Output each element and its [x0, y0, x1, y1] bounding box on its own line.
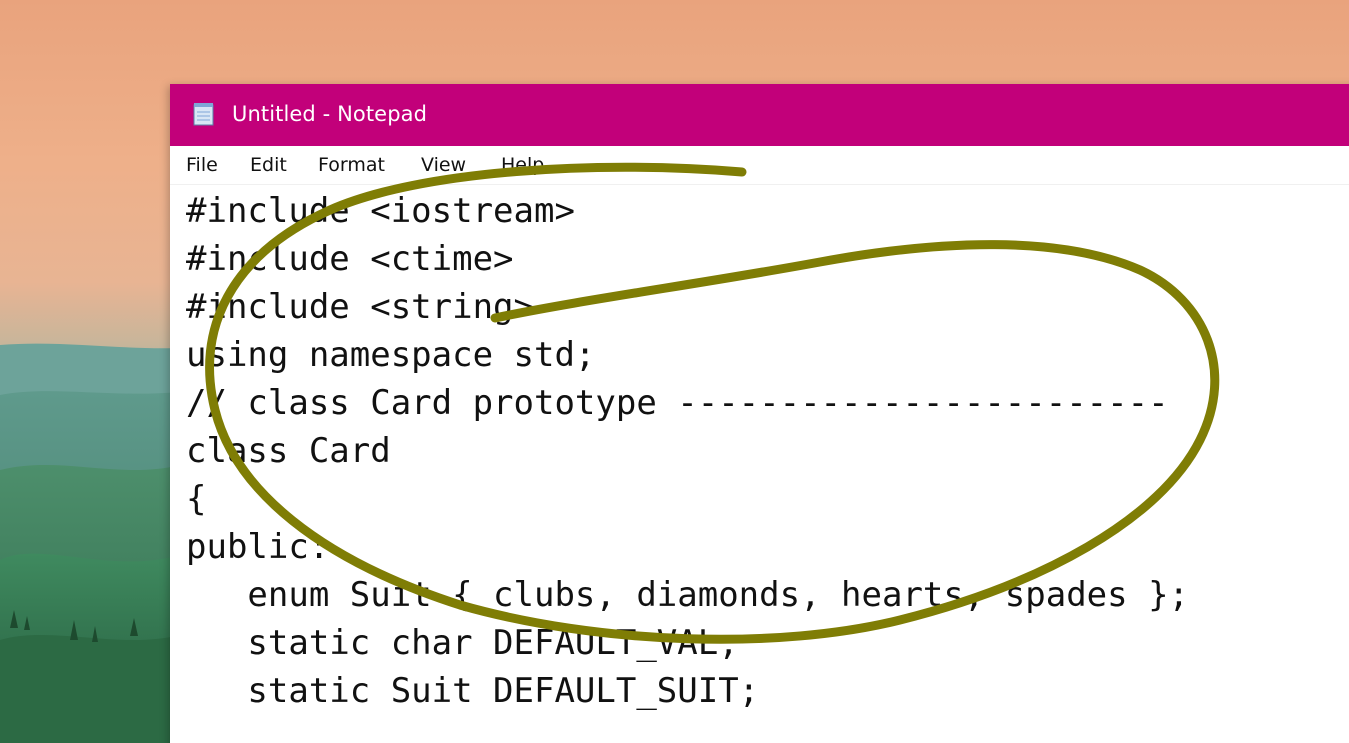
desktop-screen: Untitled - Notepad File Edit Format View…: [0, 0, 1349, 743]
code-line: #include <ctime>: [186, 239, 514, 279]
code-line: #include <iostream>: [186, 191, 575, 231]
code-line: // class Card prototype ----------------…: [186, 383, 1169, 423]
window-title: Untitled - Notepad: [232, 102, 428, 126]
code-line: using namespace std;: [186, 335, 596, 375]
menu-edit[interactable]: Edit: [250, 154, 287, 176]
code-line: static char DEFAULT_VAL;: [186, 623, 739, 663]
code-line: enum Suit { clubs, diamonds, hearts, spa…: [186, 575, 1190, 615]
menu-bar: File Edit Format View Help: [170, 146, 1349, 185]
code-line: {: [186, 479, 207, 519]
code-line: static Suit DEFAULT_SUIT;: [186, 671, 760, 711]
notepad-window: Untitled - Notepad File Edit Format View…: [170, 84, 1349, 743]
code-line: class Card: [186, 431, 391, 471]
text-editor-area[interactable]: #include <iostream> #include <ctime> #in…: [170, 185, 1349, 743]
code-line: #include <string>: [186, 287, 534, 327]
menu-file[interactable]: File: [186, 154, 218, 176]
notepad-icon: [193, 103, 214, 126]
menu-view[interactable]: View: [421, 154, 466, 176]
menu-format[interactable]: Format: [318, 154, 385, 176]
code-line: public:: [186, 527, 330, 567]
title-bar[interactable]: Untitled - Notepad: [170, 84, 1349, 146]
menu-help[interactable]: Help: [501, 154, 544, 176]
